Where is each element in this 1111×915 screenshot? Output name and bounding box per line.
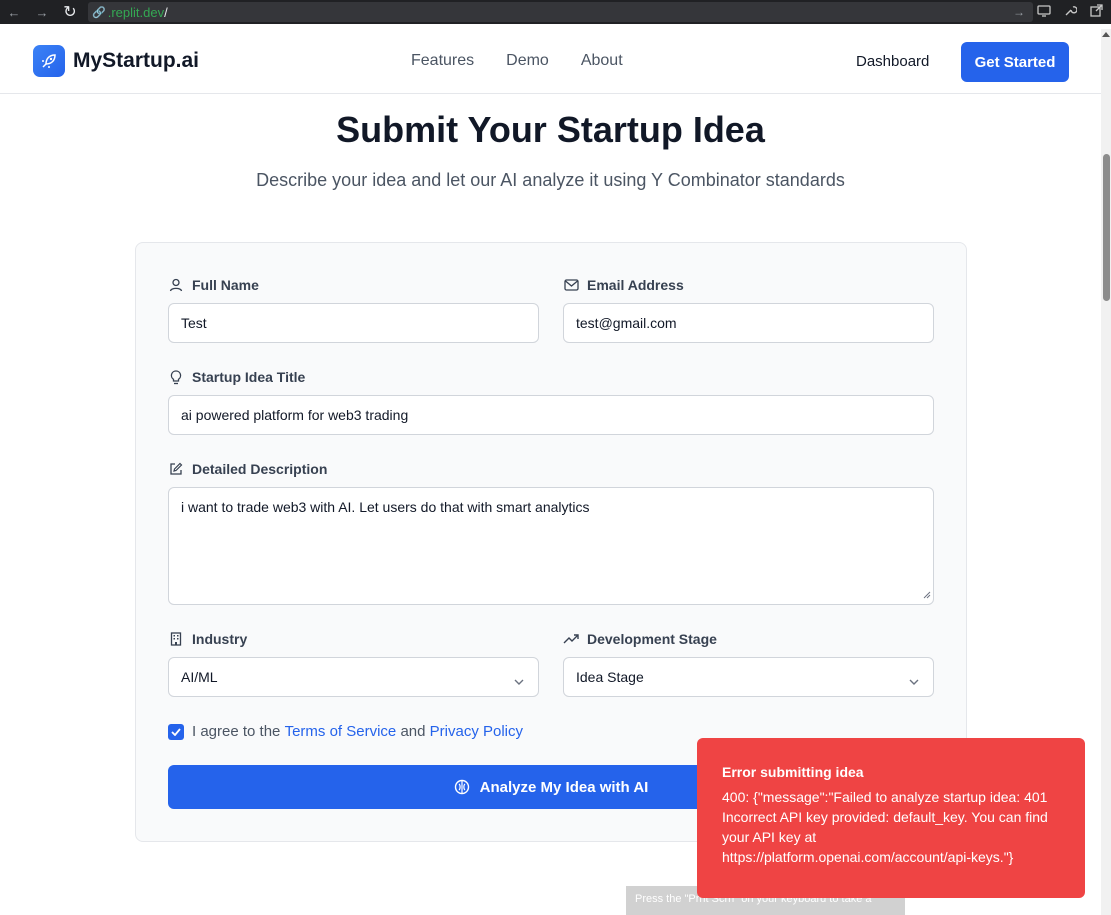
idea-title-input[interactable]: ai powered platform for web3 trading [168,395,934,435]
toast-title: Error submitting idea [722,764,864,780]
stage-select[interactable]: Idea Stage [563,657,934,697]
full-name-label: Full Name [168,277,259,293]
screen-icon[interactable] [1035,4,1053,20]
agree-prefix: I agree to the [192,723,281,740]
industry-label: Industry [168,631,247,647]
brain-icon [454,779,470,795]
reload-icon[interactable]: ↻ [56,0,84,24]
idea-title-label: Startup Idea Title [168,369,305,385]
email-input[interactable]: test@gmail.com [563,303,934,343]
full-name-label-text: Full Name [192,277,259,293]
page-subtitle: Describe your idea and let our AI analyz… [256,170,845,190]
main-nav: Features Demo About [411,52,623,70]
description-text: i want to trade web3 with AI. Let users … [181,499,590,515]
address-bar[interactable]: 🔗 .replit.dev / → [88,2,1033,22]
open-external-icon[interactable] [1087,4,1105,20]
resize-handle-icon[interactable] [923,586,931,602]
dashboard-link[interactable]: Dashboard [856,53,929,70]
nav-demo[interactable]: Demo [506,52,549,70]
description-textarea[interactable]: i want to trade web3 with AI. Let users … [168,487,934,605]
wrench-icon[interactable] [1061,4,1079,20]
agree-checkbox[interactable] [168,723,184,740]
trending-up-icon [563,631,579,647]
terms-agreement: I agree to the Terms of Service and Priv… [168,723,523,740]
email-label: Email Address [563,277,684,293]
chevron-down-icon [514,672,524,688]
site-header: MyStartup.ai Features Demo About Dashboa… [0,29,1101,94]
stage-value: Idea Stage [576,669,644,685]
nav-about[interactable]: About [581,52,623,70]
browser-toolbar: ← → ↻ 🔗 .replit.dev / → [0,0,1111,24]
back-icon[interactable]: ← [0,0,28,24]
building-icon [168,631,184,647]
industry-value: AI/ML [181,669,218,685]
chevron-down-icon [909,672,919,688]
full-name-input[interactable]: Test [168,303,539,343]
description-label: Detailed Description [168,461,327,477]
toast-message: 400: {"message":"Failed to analyze start… [722,789,1048,865]
idea-title-label-text: Startup Idea Title [192,369,306,385]
stage-label-text: Development Stage [587,631,717,647]
scrollbar-thumb[interactable] [1103,154,1110,301]
scrollbar[interactable] [1101,29,1111,915]
user-icon [168,277,184,293]
page-title: Submit Your Startup Idea [336,109,765,150]
mail-icon [563,277,579,293]
stage-label: Development Stage [563,631,717,647]
error-toast[interactable]: Error submitting idea 400: {"message":"F… [697,738,1085,898]
industry-label-text: Industry [192,631,248,647]
scroll-up-icon[interactable] [1102,32,1110,37]
email-label-text: Email Address [587,277,684,293]
url-host: .replit.dev [107,4,165,20]
terms-link[interactable]: Terms of Service [285,723,397,740]
analyze-button-label: Analyze My Idea with AI [479,778,649,796]
lightbulb-icon [168,369,184,385]
edit-icon [168,461,184,477]
industry-select[interactable]: AI/ML [168,657,539,697]
agree-and: and [400,723,426,740]
description-label-text: Detailed Description [192,461,328,477]
brand-logo[interactable]: MyStartup.ai [33,45,199,77]
go-arrow-icon[interactable]: → [1013,5,1025,19]
get-started-button[interactable]: Get Started [961,42,1069,82]
url-path: / [164,4,168,20]
brand-name: MyStartup.ai [73,49,200,72]
privacy-link[interactable]: Privacy Policy [430,723,523,740]
nav-features[interactable]: Features [411,52,474,70]
rocket-icon [33,45,65,77]
check-icon [171,727,181,736]
forward-icon[interactable]: → [28,0,56,24]
link-icon: 🔗 [92,6,106,19]
